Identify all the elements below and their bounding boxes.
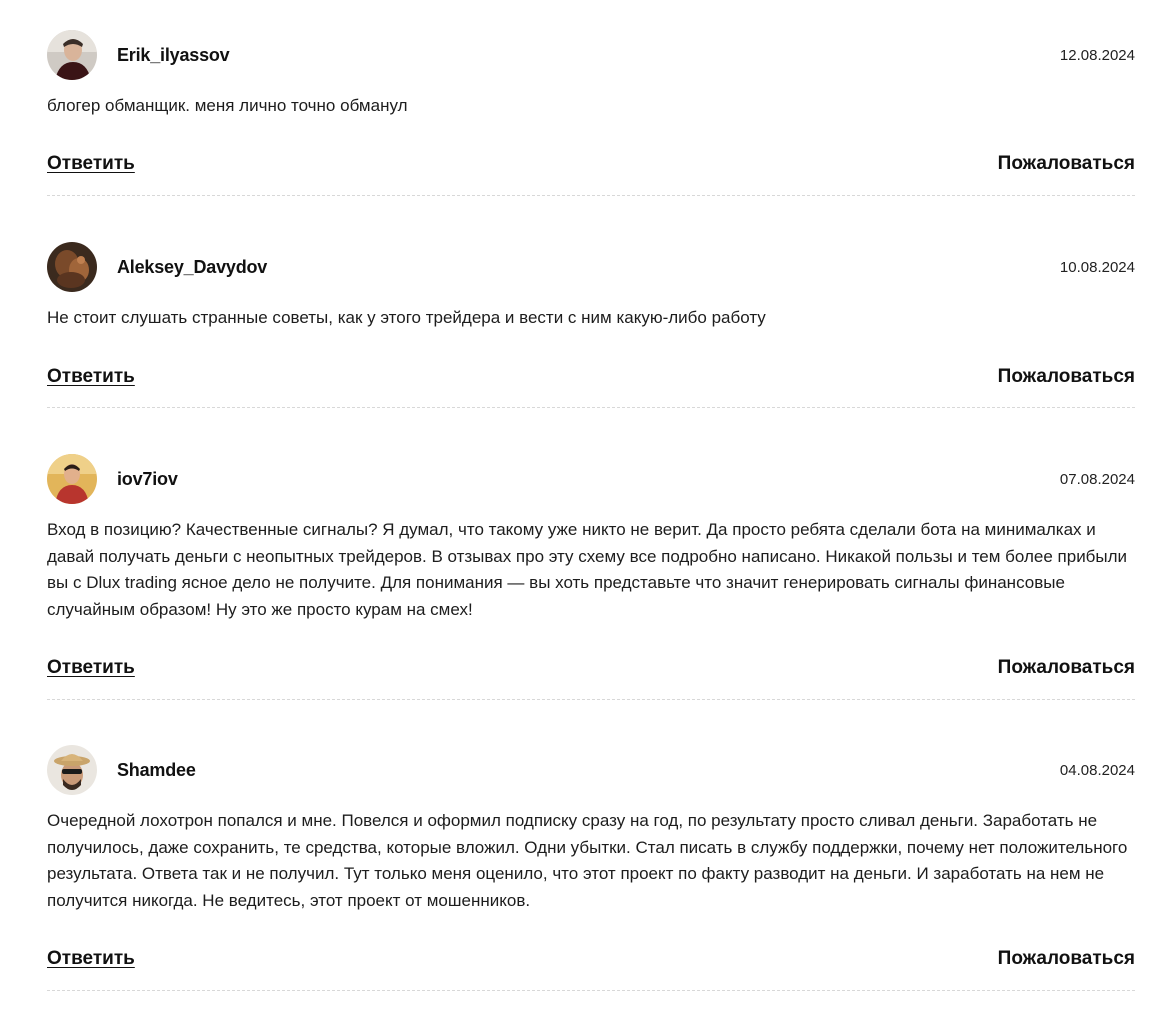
reply-button[interactable]: Ответить <box>47 947 135 971</box>
comment-actions: Ответить Пожаловаться <box>47 656 1135 680</box>
report-button[interactable]: Пожаловаться <box>998 152 1135 176</box>
comment-item: iov7iov 07.08.2024 Вход в позицию? Качес… <box>47 408 1135 700</box>
report-button[interactable]: Пожаловаться <box>998 656 1135 680</box>
comment-item: Aleksey_Davydov 10.08.2024 Не стоит слуш… <box>47 196 1135 408</box>
report-button[interactable]: Пожаловаться <box>998 947 1135 971</box>
comment-date: 07.08.2024 <box>1059 471 1135 488</box>
comment-actions: Ответить Пожаловаться <box>47 947 1135 971</box>
comment-date: 04.08.2024 <box>1059 762 1135 779</box>
comment-actions: Ответить Пожаловаться <box>47 365 1135 389</box>
comment-item: Erik_ilyassov 12.08.2024 блогер обманщик… <box>47 0 1135 196</box>
comment-author[interactable]: Aleksey_Davydov <box>117 256 267 278</box>
comment-author[interactable]: iov7iov <box>117 468 178 490</box>
avatar <box>47 454 97 504</box>
comment-header: iov7iov 07.08.2024 <box>47 454 1135 504</box>
comment-text: Не стоит слушать странные советы, как у … <box>47 308 766 327</box>
comment-author[interactable]: Erik_ilyassov <box>117 44 230 66</box>
comment-header: Shamdee 04.08.2024 <box>47 745 1135 795</box>
reply-button[interactable]: Ответить <box>47 152 135 176</box>
comment-date: 10.08.2024 <box>1059 259 1135 276</box>
avatar <box>47 30 97 80</box>
comment-header: Erik_ilyassov 12.08.2024 <box>47 30 1135 80</box>
comment-text: Вход в позицию? Качественные сигналы? Я … <box>47 520 1128 619</box>
comment-date: 12.08.2024 <box>1059 47 1135 64</box>
comment-text: Очередной лохотрон попался и мне. Повелс… <box>47 811 1128 910</box>
comment-text: блогер обманщик. меня лично точно обману… <box>47 96 408 115</box>
comment-item: Shamdee 04.08.2024 Очередной лохотрон по… <box>47 700 1135 991</box>
avatar <box>47 745 97 795</box>
avatar <box>47 242 97 292</box>
comments-list: Erik_ilyassov 12.08.2024 блогер обманщик… <box>47 0 1135 991</box>
reply-button[interactable]: Ответить <box>47 656 135 680</box>
comment-actions: Ответить Пожаловаться <box>47 152 1135 176</box>
comment-author[interactable]: Shamdee <box>117 759 196 781</box>
reply-button[interactable]: Ответить <box>47 365 135 389</box>
comment-header: Aleksey_Davydov 10.08.2024 <box>47 242 1135 292</box>
report-button[interactable]: Пожаловаться <box>998 365 1135 389</box>
